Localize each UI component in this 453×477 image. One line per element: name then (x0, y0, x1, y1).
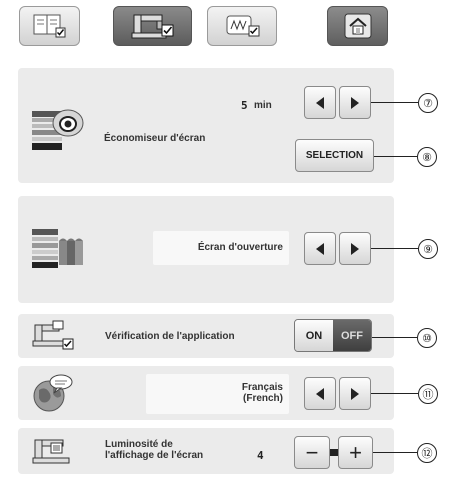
right-arrow-icon (351, 387, 359, 400)
callout-line-11 (371, 393, 418, 394)
screen-saver-label: Économiseur d'écran (104, 133, 206, 144)
left-arrow-icon (316, 387, 324, 400)
app-check-on-option[interactable]: ON (295, 320, 333, 351)
brightness-increase-button[interactable]: + (338, 436, 373, 469)
language-value-line1: Français (241, 382, 283, 393)
callout-7: ⑦ (418, 93, 438, 113)
globe-speech-icon (33, 374, 73, 412)
brightness-decrease-button[interactable]: − (294, 436, 330, 469)
screen-saver-time-value: 5 (241, 99, 248, 112)
brightness-bar-connector (330, 449, 338, 456)
machine-screen-icon (32, 439, 70, 464)
tab-general-settings[interactable] (19, 6, 80, 46)
home-button[interactable] (327, 6, 388, 46)
app-check-toggle[interactable]: ON OFF (294, 319, 372, 352)
screen-saver-time-right-button[interactable] (339, 86, 371, 119)
screen-saver-time-unit: min (254, 100, 272, 111)
callout-line-12 (373, 452, 417, 453)
tab-embroidery-settings[interactable] (207, 6, 277, 46)
right-arrow-icon (351, 96, 359, 109)
opening-screen-right-button[interactable] (339, 232, 371, 265)
machine-check-icon (32, 320, 74, 350)
machine-check-icon (131, 14, 173, 39)
language-left-button[interactable] (304, 377, 336, 410)
callout-line-8 (374, 156, 417, 157)
callout-12: ⑫ (417, 443, 437, 463)
app-check-off-option[interactable]: OFF (333, 320, 371, 351)
tab-machine-settings[interactable] (113, 6, 192, 46)
embroidery-check-icon (226, 15, 260, 37)
opening-screen-left-button[interactable] (304, 232, 336, 265)
brightness-value: 4 (257, 449, 264, 462)
book-check-icon (33, 14, 65, 38)
callout-8: ⑧ (417, 147, 437, 167)
language-value-box: Français (French) (146, 374, 289, 414)
opening-screen-value: Écran d'ouverture (153, 231, 289, 265)
left-arrow-icon (316, 242, 324, 255)
screen-saver-selection-button[interactable]: SELECTION (295, 139, 374, 172)
screen-saver-icon (32, 109, 84, 150)
callout-line-10 (372, 337, 417, 338)
callout-line-9 (371, 248, 418, 249)
screen-saver-time-left-button[interactable] (304, 86, 336, 119)
app-check-label: Vérification de l'application (105, 331, 235, 342)
brightness-label-line2: l'affichage de l'écran (105, 450, 204, 461)
home-icon (344, 13, 372, 39)
left-arrow-icon (316, 96, 324, 109)
right-arrow-icon (351, 242, 359, 255)
callout-11: ⑪ (418, 384, 438, 404)
callout-10: ⑩ (417, 328, 437, 348)
callout-9: ⑨ (418, 239, 438, 259)
brightness-label: Luminosité de l'affichage de l'écran (105, 439, 203, 461)
language-right-button[interactable] (339, 377, 371, 410)
opening-screen-icon (32, 229, 83, 268)
callout-line-7 (371, 102, 418, 103)
language-value-line2: (French) (243, 393, 283, 404)
brightness-label-line1: Luminosité de (105, 439, 173, 450)
